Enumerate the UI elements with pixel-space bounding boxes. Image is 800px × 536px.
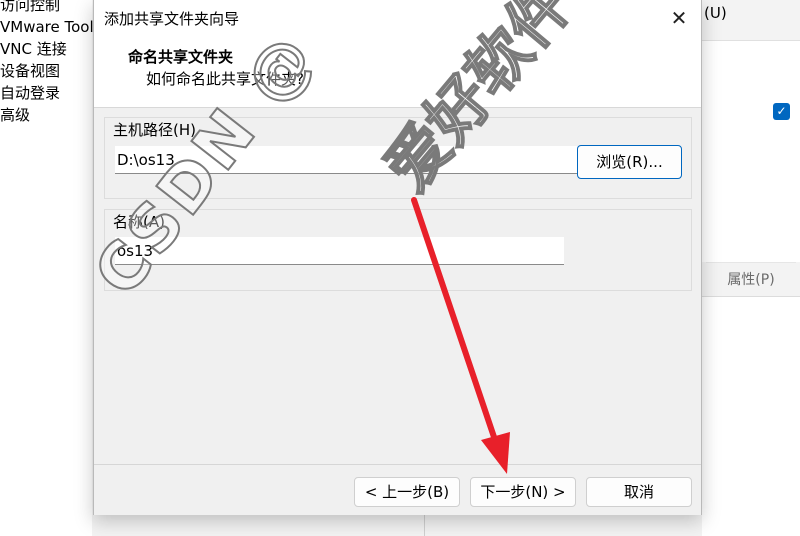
- nav-item-vnc[interactable]: VNC 连接: [0, 38, 101, 60]
- browse-button[interactable]: 浏览(R)...: [577, 145, 682, 179]
- checkmark-icon: ✓: [776, 104, 787, 118]
- dialog-titlebar: 添加共享文件夹向导 ✕: [94, 0, 701, 36]
- cancel-button[interactable]: 取消: [586, 477, 692, 507]
- menu-item-u[interactable]: (U): [704, 4, 727, 22]
- wizard-step-subtitle: 如何命名此共享文件夹?: [146, 70, 304, 88]
- close-icon[interactable]: ✕: [665, 4, 693, 32]
- dialog-title: 添加共享文件夹向导: [104, 10, 240, 28]
- settings-right-bottom: [702, 296, 800, 536]
- shared-folders-list: [702, 40, 800, 262]
- host-path-label: 主机路径(H): [111, 119, 198, 140]
- host-path-group: 主机路径(H) D:\os13 浏览(R)...: [104, 117, 692, 199]
- nav-item-autologin[interactable]: 自动登录: [0, 82, 101, 104]
- nav-item-advanced[interactable]: 高级: [0, 104, 101, 126]
- next-button[interactable]: 下一步(N) >: [470, 477, 576, 507]
- add-shared-folder-dialog: 添加共享文件夹向导 ✕ 命名共享文件夹 如何命名此共享文件夹? 主机路径(H) …: [93, 0, 702, 515]
- properties-button[interactable]: 属性(P): [706, 262, 796, 296]
- settings-nav-list: 访问控制 VMware Tools VNC 连接 设备视图 自动登录 高级: [0, 0, 101, 126]
- name-input[interactable]: os13: [115, 237, 564, 265]
- wizard-footer: < 上一步(B) 下一步(N) > 取消: [94, 464, 701, 515]
- nav-item-vmware-tools[interactable]: VMware Tools: [0, 16, 101, 38]
- wizard-header: 命名共享文件夹 如何命名此共享文件夹?: [94, 36, 701, 108]
- enabled-checkbox[interactable]: ✓: [773, 103, 790, 120]
- nav-item-device-view[interactable]: 设备视图: [0, 60, 101, 82]
- host-path-input[interactable]: D:\os13: [115, 146, 577, 174]
- name-group: 名称(A) os13: [104, 209, 692, 291]
- settings-sidebar: 访问控制 VMware Tools VNC 连接 设备视图 自动登录 高级: [0, 0, 101, 536]
- nav-item-access-control[interactable]: 访问控制: [0, 0, 101, 16]
- divider: [424, 515, 425, 536]
- name-label: 名称(A): [111, 211, 167, 232]
- wizard-step-title: 命名共享文件夹: [128, 48, 234, 66]
- back-button[interactable]: < 上一步(B): [354, 477, 460, 507]
